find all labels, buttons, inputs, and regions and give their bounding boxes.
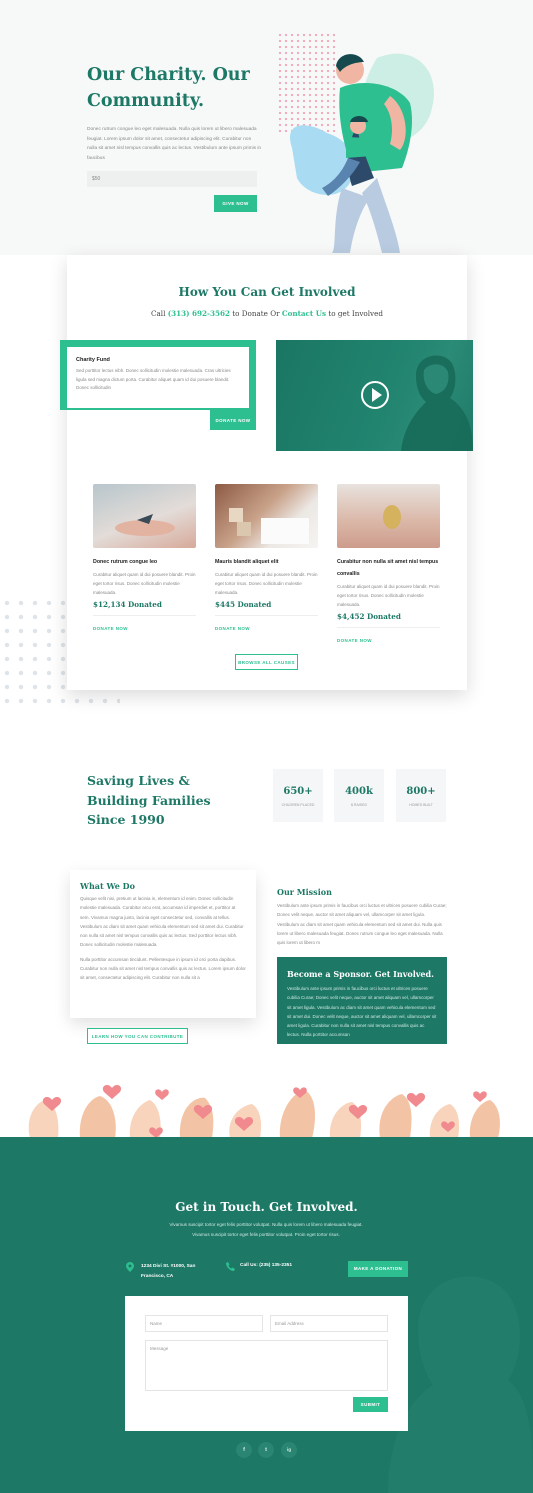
contact-bg-child-photo <box>388 1276 533 1493</box>
sponsor-text: Vestibulum ante ipsum primis in faucibus… <box>287 986 437 1038</box>
contact-text: Vivamus suscipit tortor eget felis portt… <box>169 1222 363 1237</box>
contact-form: Name Email Address Message SUBMIT <box>125 1296 408 1431</box>
cause-amount: $12,134 Donated <box>93 600 162 609</box>
divider <box>215 615 318 616</box>
hands-hearts-illustration <box>28 1085 500 1138</box>
cause-amount: $445 Donated <box>215 600 272 609</box>
involved-title: How You Can Get Involved <box>178 285 356 299</box>
stat-label: $ RAISED <box>351 803 367 807</box>
mission-title: Our Mission <box>277 887 332 897</box>
stat-homes: 800+ HOMES BUILT <box>396 769 446 822</box>
browse-causes-button[interactable]: BROWSE ALL CAUSES <box>235 654 298 670</box>
divider <box>93 615 196 616</box>
give-now-button[interactable]: GIVE NOW <box>214 195 257 212</box>
stat-children: 650+ CHILDREN PLACED <box>273 769 323 822</box>
stat-number: 400k <box>345 786 373 797</box>
divider <box>337 627 440 628</box>
donation-amount-input[interactable]: $50 <box>87 171 257 187</box>
contact-title: Get in Touch. Get Involved. <box>175 1200 358 1214</box>
hero-illustration <box>290 53 434 253</box>
phone-icon <box>226 1262 235 1271</box>
hero-text: Donec rutrum congue leo eget malesuada. … <box>87 127 262 161</box>
cause-donate-link[interactable]: DONATE NOW <box>337 638 440 643</box>
contact-us-link[interactable]: Contact Us <box>282 309 326 318</box>
email-input[interactable]: Email Address <box>270 1315 388 1332</box>
stat-number: 650+ <box>283 786 313 797</box>
cause-text: Curabitur aliquet quam id dui posuere bl… <box>93 572 196 595</box>
cause-card-3: Curabitur non nulla sit amet nisl tempus… <box>337 556 440 643</box>
what-we-do-p1: Quisque velit nisi, pretium ut lacinia i… <box>80 896 244 948</box>
cause-donate-link[interactable]: DONATE NOW <box>215 626 318 631</box>
video-person-silhouette <box>401 355 473 451</box>
mission-block: Our Mission Vestibulum ante ipsum primis… <box>277 887 447 947</box>
stat-number: 800+ <box>406 786 436 797</box>
charity-donate-button[interactable]: DONATE NOW <box>210 410 256 430</box>
charity-fund-title: Charity Fund <box>76 357 110 363</box>
stat-label: HOMES BUILT <box>409 803 433 807</box>
hero-section <box>0 0 533 255</box>
cause-card-1: Donec rutrum congue leo Curabitur alique… <box>93 556 196 631</box>
what-we-do-p2: Nulla porttitor accumsan tincidunt. Pell… <box>80 956 246 981</box>
instagram-icon[interactable]: ig <box>281 1442 297 1458</box>
twitter-icon[interactable]: t <box>258 1442 274 1458</box>
name-input[interactable]: Name <box>145 1315 263 1332</box>
cause-donate-link[interactable]: DONATE NOW <box>93 626 196 631</box>
play-icon <box>372 388 382 402</box>
learn-contribute-button[interactable]: LEARN HOW YOU CAN CONTRIBUTE <box>87 1028 188 1044</box>
hero-title: Our Charity. Our Community. <box>87 65 250 111</box>
cause-card-2: Mauris blandit aliquet elit Curabitur al… <box>215 556 318 631</box>
cause-text: Curabitur aliquet quam id dui posuere bl… <box>215 572 318 595</box>
involved-subtitle: Call (313) 692-3562 to Donate Or Contact… <box>67 309 467 318</box>
cause-title: Curabitur non nulla sit amet nisl tempus… <box>337 559 439 577</box>
sponsor-title: Become a Sponsor. Get Involved. <box>287 969 434 979</box>
saving-title: Saving Lives & Building Families Since 1… <box>87 773 211 827</box>
cause-title: Mauris blandit aliquet elit <box>215 559 279 565</box>
cause-amount: $4,452 Donated <box>337 612 401 621</box>
facebook-icon[interactable]: f <box>236 1442 252 1458</box>
location-icon <box>126 1262 134 1272</box>
what-we-do-title: What We Do <box>80 881 135 891</box>
cause-title: Donec rutrum congue leo <box>93 559 158 565</box>
sub-prefix: Call <box>151 309 168 318</box>
cause-image-hands-plane <box>93 484 196 548</box>
mission-text: Vestibulum ante ipsum primis in faucibus… <box>277 903 447 946</box>
cause-image-hands-seed <box>337 484 440 548</box>
contact-address: 1234 Divi St. #1000, San Francisco, CA <box>141 1264 196 1279</box>
make-donation-button[interactable]: MAKE A DONATION <box>348 1261 408 1277</box>
phone-link[interactable]: (313) 692-3562 <box>168 309 230 318</box>
charity-fund-text: Sed porttitor lectus nibh. Donec sollici… <box>76 368 231 390</box>
charity-fund-box: Charity Fund Sed porttitor lectus nibh. … <box>67 347 249 408</box>
sponsor-box: Become a Sponsor. Get Involved. Vestibul… <box>277 957 447 1044</box>
message-textarea[interactable]: Message <box>145 1340 388 1391</box>
sub-suffix: to get Involved <box>326 309 383 318</box>
cause-text: Curabitur aliquet quam id dui posuere bl… <box>337 584 440 607</box>
cause-image-writing <box>215 484 318 548</box>
stat-label: CHILDREN PLACED <box>281 803 315 807</box>
stat-raised: 400k $ RAISED <box>334 769 384 822</box>
what-we-do-card: What We Do Quisque velit nisi, pretium u… <box>70 870 256 1018</box>
submit-button[interactable]: SUBMIT <box>353 1397 388 1412</box>
contact-phone: Call Us: (235) 135-2351 <box>240 1263 292 1268</box>
sub-middle: to Donate Or <box>230 309 282 318</box>
